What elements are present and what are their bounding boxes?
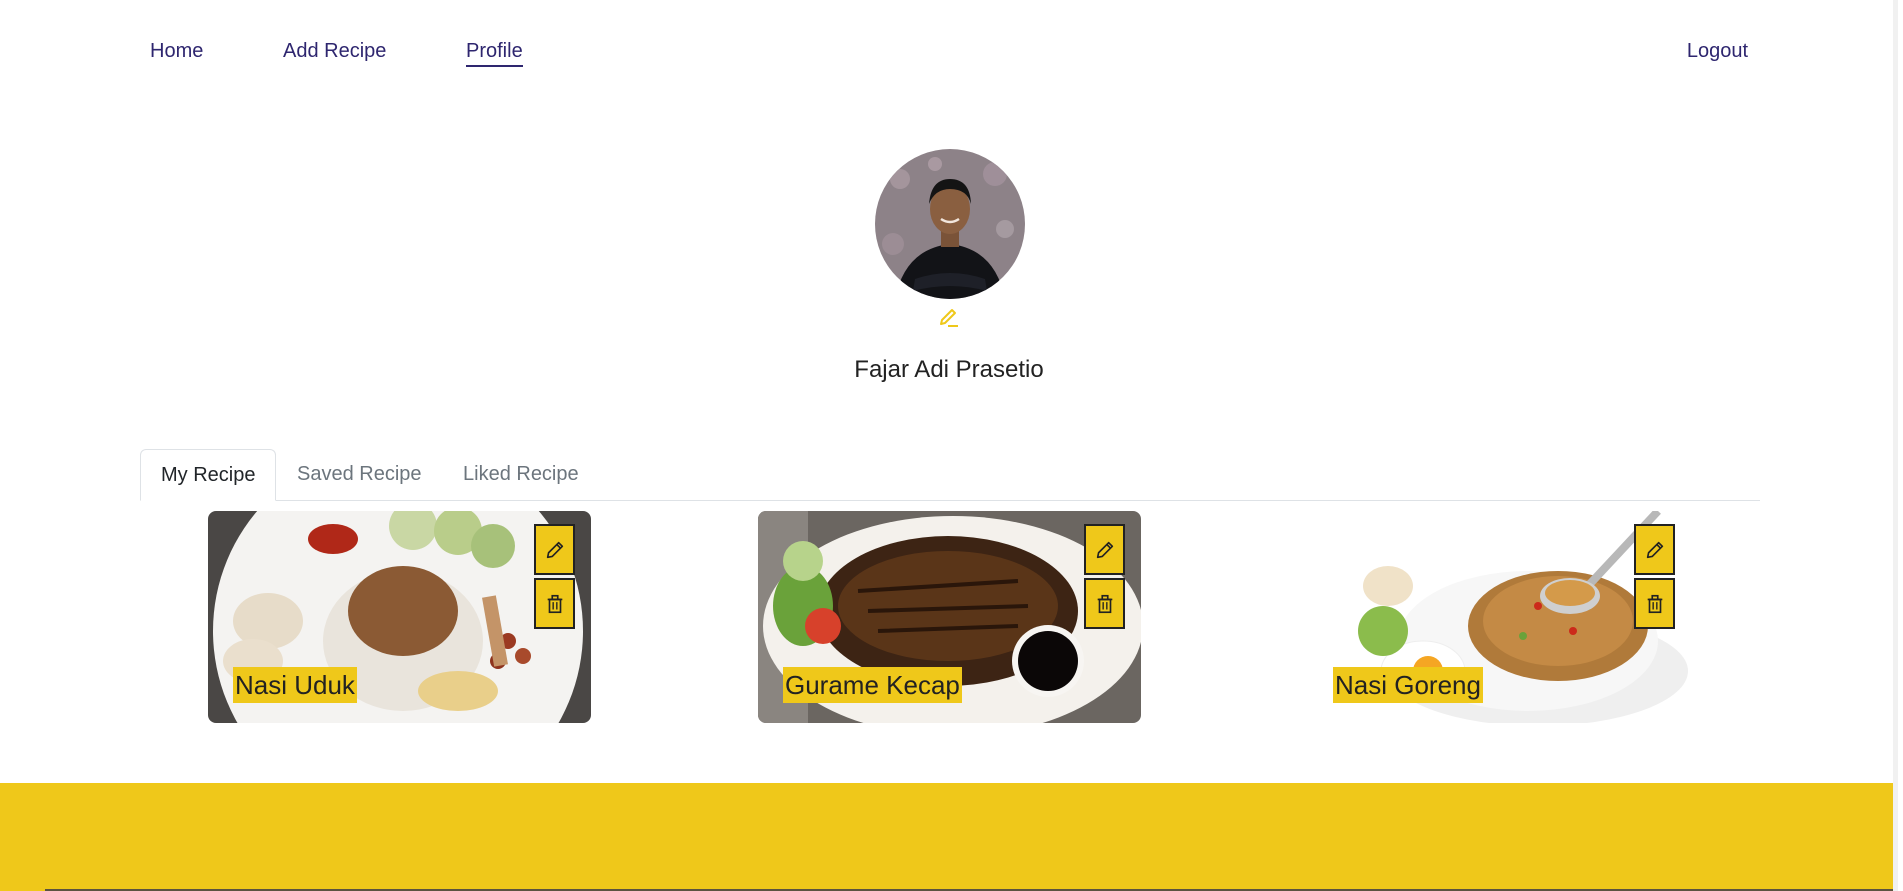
delete-recipe-button[interactable]	[1634, 578, 1675, 629]
nav-add-recipe-link[interactable]: Add Recipe	[283, 40, 386, 63]
profile-name: Fajar Adi Prasetio	[854, 356, 1044, 383]
delete-recipe-button[interactable]	[1084, 578, 1125, 629]
nav-home-link[interactable]: Home	[150, 40, 203, 63]
edit-avatar-icon[interactable]	[937, 306, 961, 330]
edit-recipe-button[interactable]	[1634, 524, 1675, 575]
recipe-title: Nasi Goreng	[1333, 667, 1483, 703]
trash-icon	[1097, 594, 1112, 613]
trash-icon	[1647, 594, 1662, 613]
profile-avatar	[875, 149, 1025, 299]
nav-logout-link[interactable]: Logout	[1687, 40, 1748, 63]
pencil-icon	[1096, 541, 1113, 558]
nav-profile-link[interactable]: Profile	[466, 40, 523, 67]
recipe-title: Gurame Kecap	[783, 667, 962, 703]
pencil-icon	[1646, 541, 1663, 558]
delete-recipe-button[interactable]	[534, 578, 575, 629]
recipe-card[interactable]: Nasi Uduk	[208, 511, 591, 723]
footer	[0, 783, 1898, 891]
tab-my-recipe[interactable]: My Recipe	[140, 449, 277, 501]
recipe-card[interactable]: Gurame Kecap	[758, 511, 1141, 723]
tab-liked-recipe[interactable]: Liked Recipe	[443, 449, 599, 499]
tab-saved-recipe[interactable]: Saved Recipe	[277, 449, 442, 499]
trash-icon	[547, 594, 562, 613]
recipe-card[interactable]: Nasi Goreng	[1308, 511, 1691, 723]
top-navbar: Home Add Recipe Profile Logout	[150, 40, 1748, 70]
recipe-tabs: My Recipe Saved Recipe Liked Recipe	[140, 449, 1760, 501]
vertical-scrollbar[interactable]	[1893, 0, 1898, 891]
profile-page: Home Add Recipe Profile Logout Fajar Adi…	[0, 0, 1898, 891]
recipe-title: Nasi Uduk	[233, 667, 357, 703]
edit-recipe-button[interactable]	[534, 524, 575, 575]
edit-recipe-button[interactable]	[1084, 524, 1125, 575]
pencil-icon	[546, 541, 563, 558]
